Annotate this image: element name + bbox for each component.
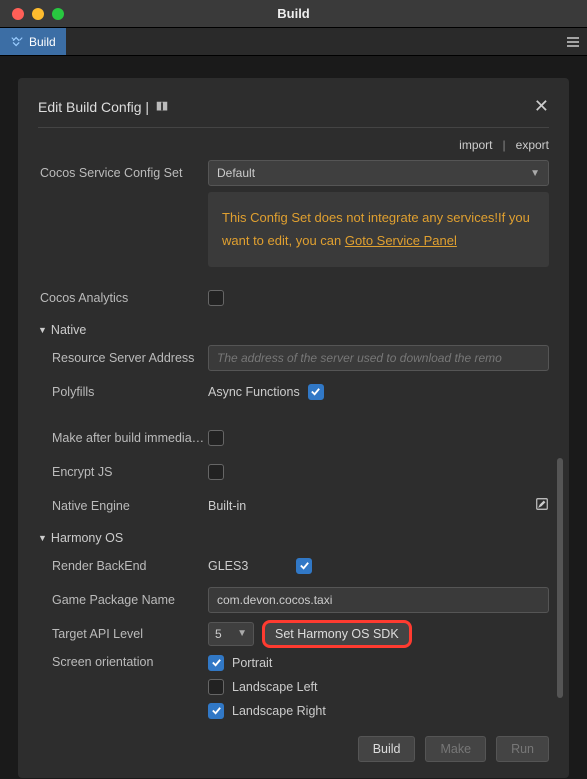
label-config-set: Cocos Service Config Set	[38, 166, 208, 180]
landscape-left-checkbox[interactable]	[208, 679, 224, 695]
divider: |	[503, 138, 506, 152]
portrait-checkbox[interactable]	[208, 655, 224, 671]
row-make-after: Make after build immedia…	[38, 423, 549, 453]
package-name-input[interactable]	[208, 587, 549, 613]
export-link[interactable]: export	[516, 138, 549, 152]
menu-icon[interactable]	[559, 28, 587, 55]
row-native-engine: Native Engine Built-in	[38, 491, 549, 521]
build-button[interactable]: Build	[358, 736, 416, 762]
target-api-select[interactable]: 5 ▼	[208, 622, 254, 646]
row-resource-server: Resource Server Address	[38, 343, 549, 373]
tab-label: Build	[29, 35, 56, 49]
chevron-down-icon: ▼	[237, 628, 247, 639]
set-harmony-sdk-button[interactable]: Set Harmony OS SDK	[262, 620, 412, 648]
orientation-landscape-left: Landscape Left	[208, 679, 326, 695]
row-render-backend: Render BackEnd GLES3	[38, 551, 549, 581]
row-orientation: Screen orientation Portrait Landscape Le…	[38, 653, 549, 719]
chevron-down-icon: ▼	[530, 168, 540, 179]
label-make-after: Make after build immedia…	[38, 431, 208, 445]
edit-icon[interactable]	[535, 497, 549, 514]
window-title: Build	[277, 6, 310, 21]
row-config-set: Cocos Service Config Set Default ▼	[38, 158, 549, 188]
section-native-label: Native	[51, 323, 86, 337]
make-button[interactable]: Make	[425, 736, 486, 762]
scrollbar[interactable]	[557, 458, 563, 758]
panel-title: Edit Build Config |	[38, 99, 149, 115]
label-analytics: Cocos Analytics	[38, 291, 208, 305]
titlebar: Build	[0, 0, 587, 28]
config-set-value: Default	[217, 166, 255, 180]
window-controls	[0, 8, 64, 20]
section-harmony-label: Harmony OS	[51, 531, 123, 545]
goto-service-panel-link[interactable]: Goto Service Panel	[345, 233, 457, 248]
label-encrypt-js: Encrypt JS	[38, 465, 208, 479]
orientation-portrait: Portrait	[208, 655, 326, 671]
config-set-warning: This Config Set does not integrate any s…	[208, 192, 549, 267]
label-resource-server: Resource Server Address	[38, 351, 208, 365]
landscape-left-label: Landscape Left	[232, 680, 318, 694]
label-target-api: Target API Level	[38, 627, 208, 641]
resource-server-input[interactable]	[208, 345, 549, 371]
config-set-select[interactable]: Default ▼	[208, 160, 549, 186]
build-panel: Edit Build Config | ✕ import | export Co…	[18, 78, 569, 778]
close-icon[interactable]: ✕	[534, 96, 549, 117]
landscape-right-label: Landscape Right	[232, 704, 326, 718]
run-button[interactable]: Run	[496, 736, 549, 762]
maximize-window-icon[interactable]	[52, 8, 64, 20]
footer-buttons: Build Make Run	[358, 736, 549, 762]
polyfills-checkbox[interactable]	[308, 384, 324, 400]
landscape-right-checkbox[interactable]	[208, 703, 224, 719]
label-polyfills: Polyfills	[38, 385, 208, 399]
book-icon	[155, 100, 169, 114]
section-native[interactable]: ▼ Native	[38, 323, 549, 337]
render-backend-value: GLES3	[208, 559, 248, 573]
top-actions: import | export	[38, 128, 549, 158]
row-package-name: Game Package Name	[38, 585, 549, 615]
target-api-value: 5	[215, 627, 222, 641]
minimize-window-icon[interactable]	[32, 8, 44, 20]
close-window-icon[interactable]	[12, 8, 24, 20]
row-encrypt-js: Encrypt JS	[38, 457, 549, 487]
import-link[interactable]: import	[459, 138, 492, 152]
label-orientation: Screen orientation	[38, 653, 208, 669]
chevron-down-icon: ▼	[38, 533, 47, 543]
label-render-backend: Render BackEnd	[38, 559, 208, 573]
chevron-down-icon: ▼	[38, 325, 47, 335]
make-after-checkbox[interactable]	[208, 430, 224, 446]
row-analytics: Cocos Analytics	[38, 283, 549, 313]
encrypt-js-checkbox[interactable]	[208, 464, 224, 480]
scrollbar-thumb[interactable]	[557, 458, 563, 698]
native-engine-value: Built-in	[208, 499, 246, 513]
label-native-engine: Native Engine	[38, 499, 208, 513]
row-polyfills: Polyfills Async Functions	[38, 377, 549, 407]
row-target-api: Target API Level 5 ▼ Set Harmony OS SDK	[38, 619, 549, 649]
orientation-group: Portrait Landscape Left Landscape Right	[208, 653, 326, 719]
section-harmony[interactable]: ▼ Harmony OS	[38, 531, 549, 545]
panel-header: Edit Build Config | ✕	[38, 96, 549, 128]
polyfills-value: Async Functions	[208, 385, 300, 399]
portrait-label: Portrait	[232, 656, 272, 670]
label-package-name: Game Package Name	[38, 593, 208, 607]
tab-build[interactable]: Build	[0, 28, 66, 55]
render-backend-checkbox[interactable]	[296, 558, 312, 574]
analytics-checkbox[interactable]	[208, 290, 224, 306]
orientation-landscape-right: Landscape Right	[208, 703, 326, 719]
build-icon	[10, 35, 24, 49]
tabbar: Build	[0, 28, 587, 56]
